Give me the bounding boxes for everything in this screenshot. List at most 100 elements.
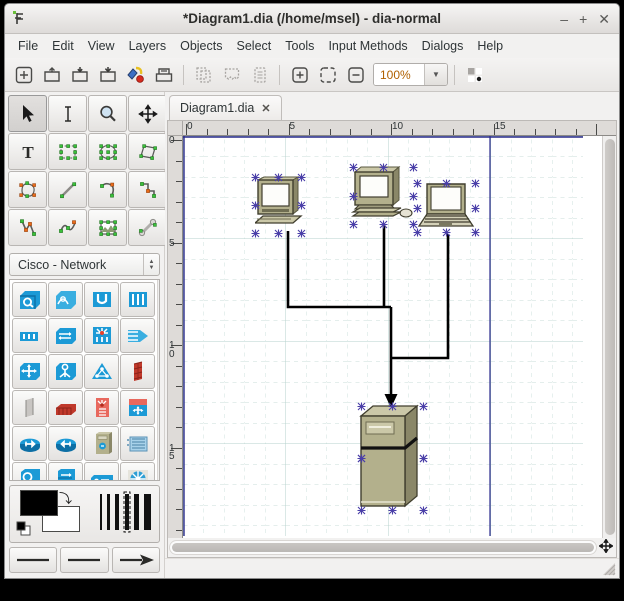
zigzag-icon[interactable] [128,171,167,208]
selection-handle[interactable] [471,204,480,213]
menu-item-objects[interactable]: Objects [173,37,229,55]
close-button[interactable]: ✕ [598,12,610,26]
selection-handle[interactable] [251,229,260,238]
cisco-bridge-icon[interactable] [48,318,83,353]
selection-handle[interactable] [357,402,366,411]
selection-handle[interactable] [379,220,388,229]
fg-bg-color-selector[interactable]: ⤵ [9,485,160,543]
selection-handle[interactable] [413,228,422,237]
selection-handle[interactable] [442,179,451,188]
cisco-modem-icon[interactable] [84,462,119,480]
cisco-brick-wall-icon[interactable] [120,354,155,389]
menu-item-layers[interactable]: Layers [122,37,174,55]
text-t-icon[interactable]: T [8,133,47,170]
beziergon-icon[interactable] [8,171,47,208]
cisco-brick-horizontal-icon[interactable] [48,390,83,425]
selection-handle[interactable] [419,454,428,463]
selection-handle[interactable] [357,506,366,515]
menu-item-help[interactable]: Help [470,37,510,55]
cisco-router-right-icon[interactable] [12,426,47,461]
cisco-triangle-icon[interactable] [84,354,119,389]
menu-item-select[interactable]: Select [230,37,279,55]
selection-handle[interactable] [297,201,306,210]
reset-colors-icon[interactable] [16,521,32,542]
cisco-box-magnifier-icon[interactable] [12,282,47,317]
selection-handle[interactable] [274,229,283,238]
cisco-fan-icon[interactable] [120,318,155,353]
magnifier-icon[interactable] [88,95,127,132]
zoom-combo[interactable]: 100% ▼ [373,63,448,86]
selection-handle[interactable] [251,201,260,210]
close-icon[interactable]: ✕ [261,102,270,115]
menu-item-tools[interactable]: Tools [278,37,321,55]
computer-node-2[interactable] [351,166,417,228]
arrow-line-icon[interactable] [111,547,160,573]
copy-icon[interactable] [190,62,217,88]
ellipse-icon[interactable] [88,133,127,170]
zoom-out-icon[interactable] [342,62,369,88]
plus-box-icon[interactable] [10,62,37,88]
arrow-pointer-icon[interactable] [8,95,47,132]
cisco-grey-wall-icon[interactable] [12,390,47,425]
selection-handle[interactable] [357,454,366,463]
selection-handle[interactable] [251,173,260,182]
tab-diagram1[interactable]: Diagram1.dia ✕ [169,95,282,120]
maximize-button[interactable]: + [579,12,587,26]
zoom-value[interactable]: 100% [374,64,424,85]
paint-export-icon[interactable] [122,62,149,88]
selection-handle[interactable] [297,229,306,238]
line-icon[interactable] [48,171,87,208]
grid-snap-icon[interactable] [461,62,488,88]
clipboard-icon[interactable] [246,62,273,88]
menu-item-file[interactable]: File [11,37,45,55]
text-cursor-icon[interactable] [48,95,87,132]
selection-handle[interactable] [297,173,306,182]
computer-node-3[interactable] [415,182,477,234]
selection-handle[interactable] [409,163,418,172]
polygon-icon[interactable] [128,133,167,170]
cisco-rack-icon[interactable] [120,426,155,461]
line-style-icon[interactable] [60,547,109,573]
paste-icon[interactable] [218,62,245,88]
menu-item-dialogs[interactable]: Dialogs [415,37,471,55]
pan-cross-icon[interactable] [597,538,615,556]
selection-handle[interactable] [349,192,358,201]
selection-handle[interactable] [419,506,428,515]
spinner-updown-icon[interactable]: ▲ ▼ [143,254,159,275]
printer-icon[interactable] [150,62,177,88]
selection-handle[interactable] [471,228,480,237]
cisco-content-engine-icon[interactable] [12,462,47,480]
bone-outline-icon[interactable] [128,209,167,246]
menu-item-view[interactable]: View [81,37,122,55]
selection-handle[interactable] [379,163,388,172]
selection-handle[interactable] [274,173,283,182]
zoom-in-icon[interactable] [286,62,313,88]
cisco-u-icon[interactable] [84,282,119,317]
resize-grip[interactable] [602,562,616,576]
cisco-pix-icon[interactable] [84,390,119,425]
selection-handle[interactable] [349,163,358,172]
selection-handle[interactable] [413,204,422,213]
move-cross-icon[interactable] [128,95,167,132]
minimize-button[interactable]: – [560,12,568,26]
cisco-hub-icon[interactable] [84,318,119,353]
line-width-selector-icon[interactable] [98,490,158,539]
bezier-line-icon[interactable] [48,209,87,246]
selection-handle[interactable] [419,402,428,411]
chevron-down-icon[interactable]: ▼ [424,64,447,85]
sheet-scrollbar[interactable] [157,280,159,480]
save-as-icon[interactable] [94,62,121,88]
cisco-satellite-icon[interactable] [120,462,155,480]
cisco-route-switch-icon[interactable] [48,462,83,480]
rectangle-icon[interactable] [48,133,87,170]
selection-handle[interactable] [442,228,451,237]
arc-icon[interactable] [88,171,127,208]
menu-item-input-methods[interactable]: Input Methods [321,37,414,55]
cisco-netflow-icon[interactable] [48,282,83,317]
foreground-color-swatch[interactable] [20,490,58,516]
plain-line-icon[interactable] [9,547,58,573]
selection-handle[interactable] [388,506,397,515]
cisco-router-cross-icon[interactable] [12,354,47,389]
cisco-firewall-switch-icon[interactable] [120,390,155,425]
vertical-scrollbar[interactable] [602,136,616,538]
